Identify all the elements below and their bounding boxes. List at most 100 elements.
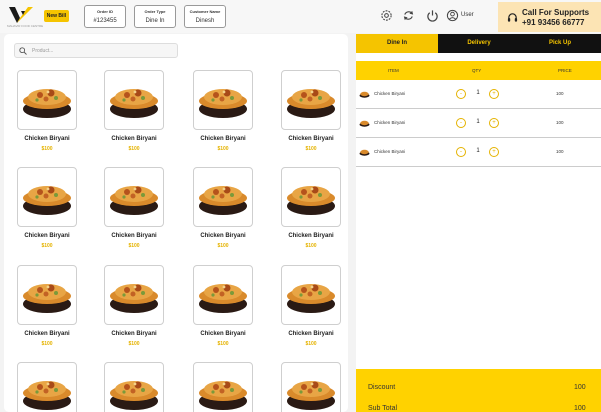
dish-thumbnail-icon: [359, 91, 370, 98]
biryani-image: [23, 186, 71, 215]
product-card[interactable]: Chicken Biryani $100: [190, 70, 256, 152]
biryani-image: [110, 89, 158, 118]
product-panel: Product... Chicken Biryani $100 Chicken Bi…: [4, 34, 348, 412]
biryani-image: [23, 284, 71, 313]
product-card[interactable]: Chicken Biryani $100: [101, 167, 167, 249]
product-name: Chicken Biryani: [111, 331, 157, 337]
product-card[interactable]: Chicken Biryani $100: [190, 167, 256, 249]
product-image: [193, 167, 253, 227]
order-item-qty: 1: [476, 119, 480, 125]
product-name: Chicken Biryani: [288, 331, 334, 337]
order-item-price: 100: [556, 120, 564, 125]
tab-delivery[interactable]: Delivery: [438, 34, 520, 53]
product-card[interactable]: Chicken Biryani $100: [190, 265, 256, 347]
user-icon[interactable]: [446, 9, 459, 22]
product-image: [281, 167, 341, 227]
product-image: [281, 70, 341, 130]
product-price: $100: [305, 341, 317, 347]
biryani-image: [110, 284, 158, 313]
product-card[interactable]: Chicken Biryani $100: [278, 167, 344, 249]
customer-name-label: Customer Name: [189, 9, 221, 14]
order-item-name: Chicken Biryani: [374, 120, 406, 125]
product-name: Chicken Biryani: [24, 331, 70, 337]
order-type-label: Order Type: [144, 9, 166, 14]
product-card[interactable]: Chicken Biryani $100: [101, 70, 167, 152]
product-card[interactable]: Chicken Biryani $100: [101, 265, 167, 347]
column-price: PRICE: [558, 68, 572, 73]
increase-qty-button[interactable]: +: [489, 147, 499, 157]
product-card[interactable]: Chicken Biryani $100: [14, 167, 80, 249]
order-id-value: #123455: [93, 18, 117, 24]
product-card[interactable]: [101, 362, 167, 412]
product-name: Chicken Biryani: [111, 136, 157, 142]
logo-mark-icon: [9, 7, 33, 23]
product-name: Chicken Biryani: [200, 136, 246, 142]
new-bill-button[interactable]: New Bill: [44, 10, 69, 22]
product-image: [281, 362, 341, 412]
order-item-name: Chicken Biryani: [374, 91, 406, 96]
tab-dine-in[interactable]: Dine In: [356, 34, 438, 53]
order-type-value: Dine In: [145, 18, 165, 24]
increase-qty-button[interactable]: +: [489, 118, 499, 128]
order-panel: Dine In Delivery Pick Up ITEM QTY PRICE …: [356, 34, 601, 412]
product-image: [104, 265, 164, 325]
product-image: [193, 265, 253, 325]
headset-icon: [507, 13, 518, 22]
product-image: [281, 265, 341, 325]
refresh-icon[interactable]: [402, 9, 415, 22]
product-name: Chicken Biryani: [288, 136, 334, 142]
customer-name-box[interactable]: Customer Name Dinesh: [184, 5, 226, 28]
decrease-qty-button[interactable]: -: [456, 89, 466, 99]
biryani-image: [199, 381, 247, 410]
product-card[interactable]: Chicken Biryani $100: [278, 70, 344, 152]
support-banner[interactable]: Call For Supports +91 93456 66777: [498, 2, 601, 32]
decrease-qty-button[interactable]: -: [456, 147, 466, 157]
product-price: $100: [41, 243, 53, 249]
product-name: Chicken Biryani: [200, 331, 246, 337]
product-card[interactable]: [278, 362, 344, 412]
product-image: [17, 265, 77, 325]
product-search-input[interactable]: Product...: [14, 43, 178, 58]
product-card[interactable]: Chicken Biryani $100: [14, 265, 80, 347]
order-row: Chicken Biryani - 1 +100: [356, 109, 601, 138]
support-title: Call For Supports: [522, 8, 590, 17]
product-name: Chicken Biryani: [200, 233, 246, 239]
biryani-image: [287, 381, 335, 410]
product-price: $100: [41, 146, 53, 152]
biryani-image: [23, 381, 71, 410]
discount-label: Discount: [368, 384, 396, 391]
order-item-price: 100: [556, 149, 564, 154]
decrease-qty-button[interactable]: -: [456, 118, 466, 128]
product-image: [17, 362, 77, 412]
user-label[interactable]: User: [461, 12, 474, 18]
product-image: [104, 167, 164, 227]
product-card[interactable]: [14, 362, 80, 412]
product-image: [104, 70, 164, 130]
product-name: Chicken Biryani: [24, 233, 70, 239]
product-card[interactable]: Chicken Biryani $100: [14, 70, 80, 152]
customer-name-value: Dinesh: [195, 18, 215, 24]
increase-qty-button[interactable]: +: [489, 89, 499, 99]
search-placeholder: Product...: [32, 48, 54, 54]
dish-thumbnail-icon: [359, 149, 370, 156]
product-name: Chicken Biryani: [24, 136, 70, 142]
column-qty: QTY: [472, 68, 482, 73]
product-card[interactable]: [190, 362, 256, 412]
power-icon[interactable]: [426, 9, 439, 22]
product-price: $100: [217, 146, 229, 152]
subtotal-value: 100: [574, 405, 586, 412]
settings-icon[interactable]: [380, 9, 393, 22]
order-type-tabs: Dine In Delivery Pick Up: [356, 34, 601, 53]
tab-pick-up[interactable]: Pick Up: [519, 34, 601, 53]
order-id-label: Order ID: [96, 9, 113, 14]
order-item-price: 100: [556, 91, 564, 96]
product-card[interactable]: Chicken Biryani $100: [278, 265, 344, 347]
product-price: $100: [128, 341, 140, 347]
dish-thumbnail-icon: [359, 120, 370, 127]
biryani-image: [287, 89, 335, 118]
support-phone[interactable]: +91 93456 66777: [522, 18, 585, 27]
product-price: $100: [217, 243, 229, 249]
brand-logo[interactable]: MAHAVIR FOOD CENTRE: [7, 5, 43, 28]
biryani-image: [23, 89, 71, 118]
order-type-box[interactable]: Order Type Dine In: [134, 5, 176, 28]
